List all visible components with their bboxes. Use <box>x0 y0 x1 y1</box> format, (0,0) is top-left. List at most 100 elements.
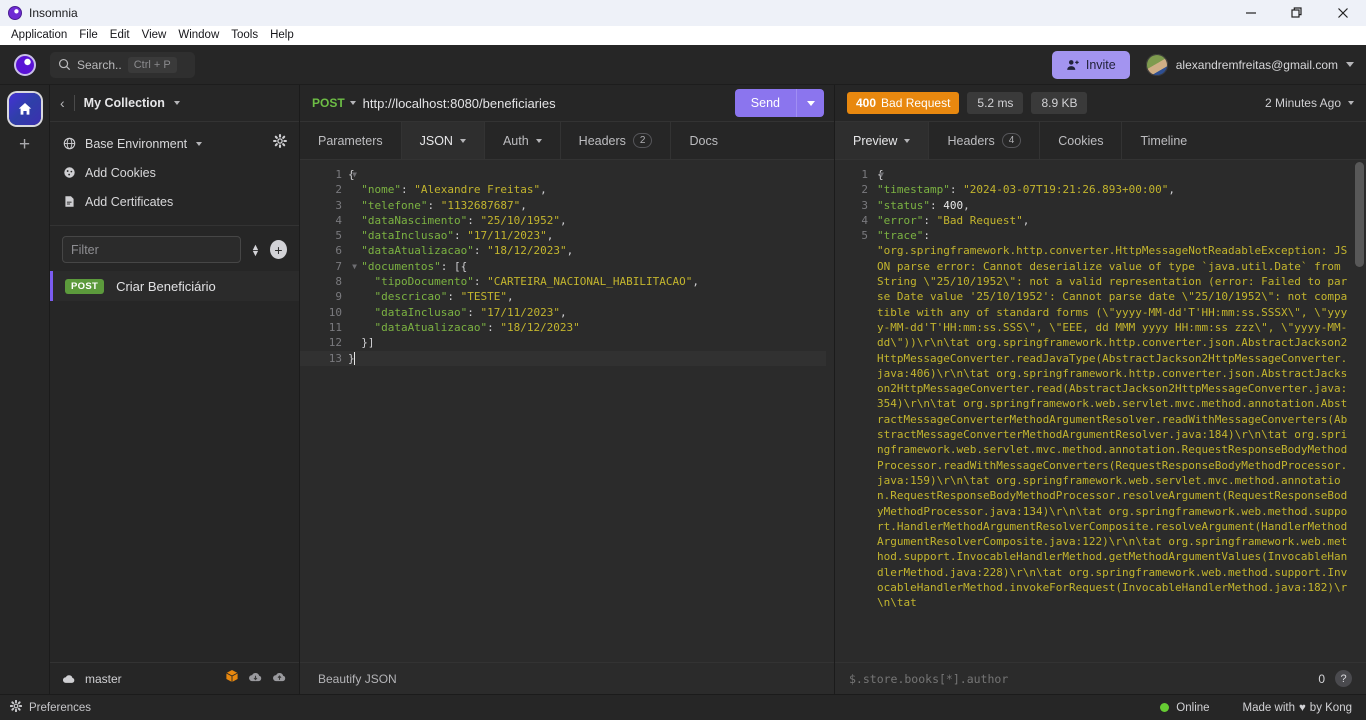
home-icon <box>18 103 31 115</box>
invite-button[interactable]: Invite <box>1051 50 1130 79</box>
search-shortcut-badge: Ctrl + P <box>127 56 177 73</box>
help-icon[interactable]: ? <box>1335 670 1352 687</box>
sidebar-item-add-certificates[interactable]: Add Certificates <box>50 187 299 216</box>
home-button[interactable] <box>8 93 41 125</box>
online-label: Online <box>1176 701 1210 714</box>
tab-parameters[interactable]: Parameters <box>300 122 402 159</box>
environment-chevron-down-icon[interactable] <box>196 141 203 146</box>
sidebar-header: ‹ My Collection <box>50 85 299 122</box>
search-icon <box>58 58 71 71</box>
response-history-dropdown[interactable]: 2 Minutes Ago <box>1265 96 1354 110</box>
menu-item-file[interactable]: File <box>73 26 104 45</box>
code-line: "telefone": "1132687687", <box>348 198 527 212</box>
filter-row: ▲▼ + <box>50 226 299 271</box>
chevron-down-icon <box>1346 62 1354 67</box>
collection-name: My Collection <box>83 96 165 110</box>
tab-timeline[interactable]: Timeline <box>1122 122 1205 159</box>
preferences-gear-icon[interactable] <box>9 699 23 717</box>
line-number: 8 <box>335 275 342 289</box>
cloud-download-icon[interactable] <box>248 670 263 688</box>
add-workspace-button[interactable]: + <box>19 135 30 154</box>
menu-item-view[interactable]: View <box>136 26 173 45</box>
response-time-chip[interactable]: 5.2 ms <box>967 92 1024 114</box>
fold-arrow-icon[interactable]: ▼ <box>879 167 884 182</box>
preferences-label[interactable]: Preferences <box>29 702 91 714</box>
request-pane: POST http://localhost:8080/beneficiaries… <box>300 85 835 694</box>
add-request-button[interactable]: + <box>269 240 287 259</box>
menu-item-tools[interactable]: Tools <box>225 26 264 45</box>
jsonpath-filter-input[interactable] <box>849 671 1309 686</box>
send-options-button[interactable] <box>796 89 824 117</box>
editor-content[interactable]: { "nome": "Alexandre Freitas", "telefone… <box>348 160 834 662</box>
git-branch-name[interactable]: master <box>85 672 122 686</box>
tab-docs[interactable]: Docs <box>671 122 735 159</box>
code-line: "dataAtualizacao": "18/12/2023", <box>348 244 574 258</box>
tab-cookies[interactable]: Cookies <box>1040 122 1123 159</box>
sidebar-item-label: Base Environment <box>85 136 188 151</box>
tab-label: Headers <box>947 133 995 148</box>
response-size-chip[interactable]: 8.9 KB <box>1031 92 1088 114</box>
beautify-json-button[interactable]: Beautify JSON <box>318 672 397 686</box>
url-input[interactable]: http://localhost:8080/beneficiaries <box>363 96 728 111</box>
menu-item-application[interactable]: Application <box>5 26 73 45</box>
close-button[interactable] <box>1320 0 1366 26</box>
request-method: POST <box>312 96 345 110</box>
code-line: "dataNascimento": "25/10/1952", <box>348 213 567 227</box>
cookie-icon <box>62 166 76 179</box>
invite-button-label: Invite <box>1085 57 1116 72</box>
line-number: 5 <box>861 229 868 243</box>
sidebar-item-base-environment[interactable]: Base Environment <box>50 129 299 158</box>
filter-input[interactable] <box>62 236 241 263</box>
response-headers-count-badge: 4 <box>1001 133 1022 148</box>
gear-icon[interactable] <box>273 134 288 153</box>
line-number: 11 <box>328 320 342 334</box>
fold-arrow-icon[interactable]: ▼ <box>352 259 357 274</box>
request-body-editor[interactable]: 1 ▼ 2 3 4 5 6 7 ▼ 8 9 10 11 12 13 { "nome": "Alexandre… <box>300 160 834 662</box>
request-footer: Beautify JSON <box>300 662 834 694</box>
chevron-down-icon <box>1348 101 1354 105</box>
app-status-bar: Preferences Online Made with ♥ by Kong <box>0 694 1366 720</box>
list-item[interactable]: POST Criar Beneficiário <box>50 271 299 301</box>
maximize-restore-button[interactable] <box>1274 0 1320 26</box>
status-badge[interactable]: 400 Bad Request <box>847 92 960 114</box>
minimize-button[interactable] <box>1228 0 1274 26</box>
global-search[interactable]: Search.. Ctrl + P <box>50 51 195 78</box>
sidebar-item-add-cookies[interactable]: Add Cookies <box>50 158 299 187</box>
tab-auth[interactable]: Auth <box>485 122 561 159</box>
response-gutter: 1 ▼ 2 3 4 5 <box>835 160 884 662</box>
chevron-down-icon <box>535 138 542 143</box>
collection-chevron-down-icon[interactable] <box>173 101 180 105</box>
menu-item-window[interactable]: Window <box>172 26 225 45</box>
menu-item-edit[interactable]: Edit <box>104 26 136 45</box>
chevron-down-icon <box>459 138 466 143</box>
code-line: "dataInclusao": "17/11/2023", <box>348 305 567 319</box>
editor-gutter: 1 ▼ 2 3 4 5 6 7 ▼ 8 9 10 11 12 13 <box>300 160 357 662</box>
code-line: "error": "Bad Request", <box>877 213 1030 227</box>
tab-preview[interactable]: Preview <box>835 122 930 159</box>
account-menu[interactable]: alexandremfreitas@gmail.com <box>1145 53 1354 76</box>
send-button[interactable]: Send <box>734 89 796 117</box>
line-number: 3 <box>861 198 868 212</box>
method-chevron-down-icon <box>349 101 356 105</box>
response-trace-value: "org.springframework.http.converter.Http… <box>877 244 1348 610</box>
package-icon[interactable] <box>225 669 239 688</box>
line-number: 10 <box>328 305 342 319</box>
tab-response-headers[interactable]: Headers 4 <box>929 122 1041 159</box>
back-chevron-icon[interactable]: ‹ <box>60 95 65 111</box>
filter-result-count: 0 <box>1318 671 1325 686</box>
vertical-scrollbar[interactable] <box>1355 162 1364 267</box>
line-number: 5 <box>335 229 342 243</box>
tab-json-body[interactable]: JSON <box>401 122 485 159</box>
response-content[interactable]: { "timestamp": "2024-03-07T19:21:26.893+… <box>875 160 1366 662</box>
code-line: "dataAtualizacao": "18/12/2023" <box>348 320 580 334</box>
tab-headers[interactable]: Headers 2 <box>561 122 672 159</box>
menu-item-help[interactable]: Help <box>264 26 300 45</box>
fold-arrow-icon[interactable]: ▼ <box>352 167 357 182</box>
tab-label: Parameters <box>318 133 383 148</box>
line-number: 12 <box>328 336 342 350</box>
sort-icon[interactable]: ▲ ▼ <box>251 242 260 257</box>
response-body-viewer[interactable]: 1 ▼ 2 3 4 5 { "timestamp": "2024-03-07T19:21:… <box>835 160 1366 662</box>
response-pane: 400 Bad Request 5.2 ms 8.9 KB 2 Minutes … <box>835 85 1366 694</box>
cloud-upload-icon[interactable] <box>272 670 287 688</box>
method-selector[interactable]: POST <box>312 96 356 110</box>
